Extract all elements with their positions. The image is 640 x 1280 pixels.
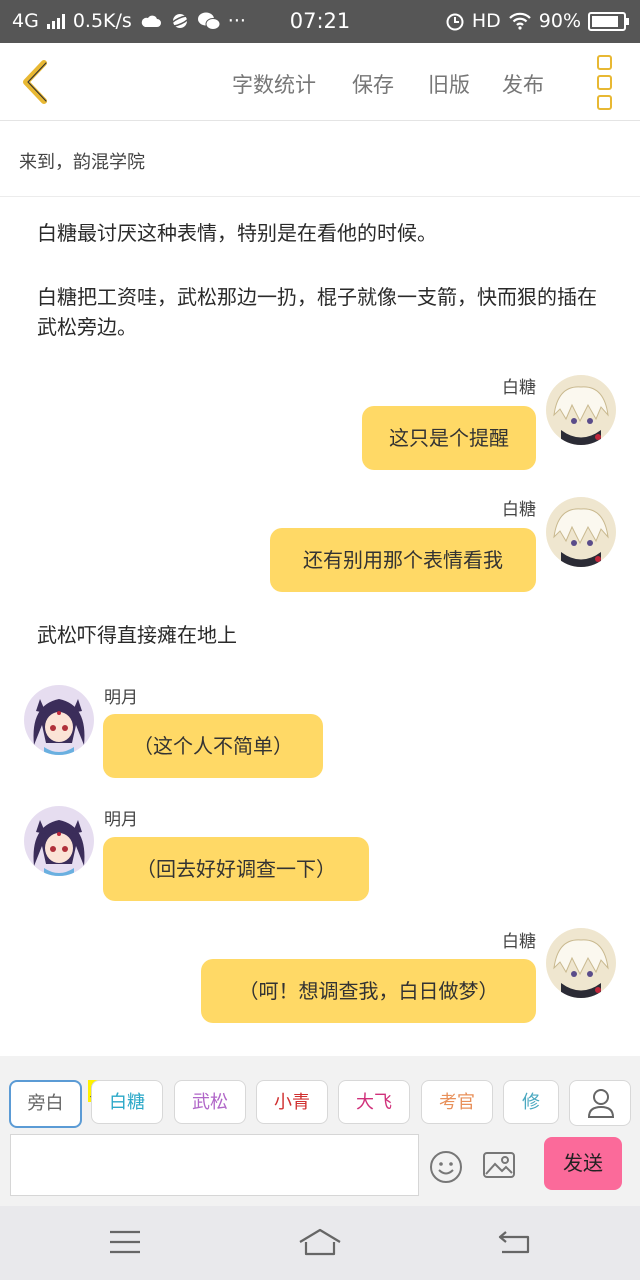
scene-location-text: 来到，韵混学院 [19, 152, 145, 173]
chat-bubble[interactable]: （这个人不简单） [103, 714, 323, 778]
narration: 武松吓得直接瘫在地上 [37, 623, 237, 647]
chat-bubble[interactable]: 还有别用那个表情看我 [270, 528, 536, 592]
avatar-purple-hair[interactable] [24, 806, 94, 876]
user-icon [587, 1089, 615, 1118]
word-count-button[interactable]: 字数统计 [232, 69, 316, 99]
back-icon[interactable] [496, 1228, 532, 1256]
system-nav-bar [0, 1206, 640, 1280]
chat-bubble[interactable]: （回去好好调查一下） [103, 837, 369, 901]
alarm-icon [446, 13, 464, 31]
image-icon[interactable] [482, 1150, 516, 1180]
character-chip-narrator[interactable]: 旁白 [9, 1080, 82, 1128]
avatar-white-hair[interactable] [546, 497, 616, 567]
save-button[interactable]: 保存 [352, 69, 394, 99]
more-menu-icon[interactable] [597, 55, 613, 110]
speaker-name: 白糖 [502, 932, 536, 952]
emoji-icon[interactable] [429, 1150, 463, 1184]
character-chip-dafei[interactable]: 大飞 [338, 1080, 410, 1124]
back-arrow-icon[interactable] [16, 57, 56, 107]
old-version-button[interactable]: 旧版 [428, 69, 470, 99]
character-chip-xiaoqing[interactable]: 小青 [256, 1080, 328, 1124]
avatar-white-hair[interactable] [546, 928, 616, 998]
message-input[interactable] [10, 1134, 419, 1196]
avatar-white-hair[interactable] [546, 375, 616, 445]
speaker-name: 白糖 [502, 378, 536, 398]
top-toolbar: 字数统计 保存 旧版 发布 [0, 43, 640, 121]
battery-icon [588, 11, 629, 31]
scene-location[interactable]: 来到，韵混学院 [0, 120, 640, 197]
wifi-icon [508, 12, 531, 30]
speaker-name: 明月 [104, 810, 138, 830]
character-chip-xiu[interactable]: 修 [503, 1080, 559, 1124]
speaker-name: 白糖 [502, 500, 536, 520]
chat-bubble[interactable]: 这只是个提醒 [362, 406, 536, 470]
send-button[interactable]: 发送 [544, 1137, 622, 1190]
chat-bubble[interactable]: （呵！想调查我，白日做梦） [201, 959, 536, 1023]
battery-percent: 90% [538, 10, 581, 32]
publish-button[interactable]: 发布 [502, 69, 544, 99]
character-chip-wusong[interactable]: 武松 [174, 1080, 246, 1124]
add-character-button[interactable] [569, 1080, 631, 1126]
status-bar: 4G 0.5K/s ··· 07:21 HD 90% [0, 0, 640, 43]
narration: 白糖把工资哇，武松那边一扔，棍子就像一支箭，快而狠的插在武松旁边。 [37, 285, 597, 339]
menu-icon[interactable] [108, 1228, 142, 1256]
hd-indicator: HD [471, 10, 501, 32]
avatar-purple-hair[interactable] [24, 685, 94, 755]
character-chip-baitang[interactable]: 白糖 [91, 1080, 163, 1124]
home-icon[interactable] [298, 1228, 342, 1258]
character-chip-kaoguan[interactable]: 考官 [421, 1080, 493, 1124]
speaker-name: 明月 [104, 688, 138, 708]
narration: 白糖最讨厌这种表情，特别是在看他的时候。 [37, 221, 437, 245]
